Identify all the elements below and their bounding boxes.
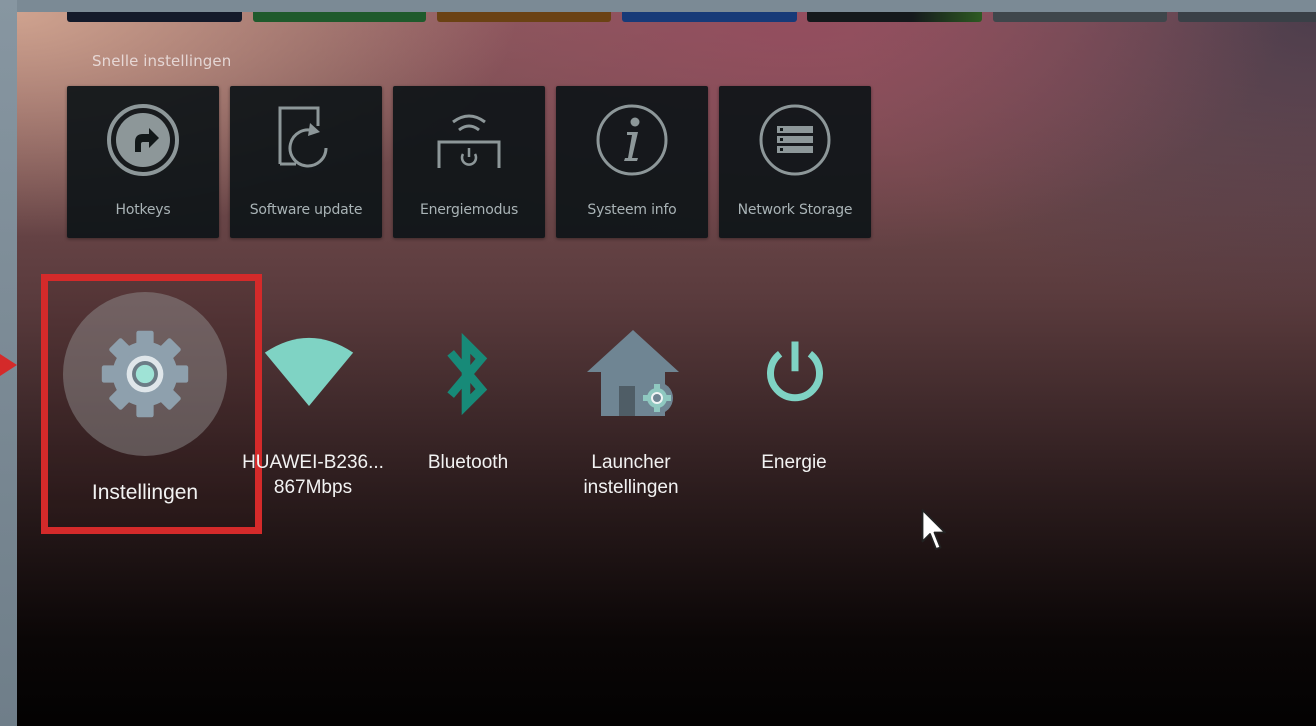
- top-app-row: [17, 12, 1316, 22]
- tile-system-info[interactable]: Systeem info: [556, 86, 708, 238]
- app-label-line2: instellingen: [583, 477, 679, 498]
- system-info-icon: [596, 104, 668, 176]
- top-tile[interactable]: [993, 12, 1167, 22]
- app-label-line1: Launcher: [591, 452, 671, 473]
- top-tile[interactable]: [807, 12, 982, 22]
- app-energy[interactable]: Energie: [704, 312, 884, 512]
- app-label-line1: HUAWEI-B236...: [242, 452, 384, 473]
- tile-network-storage[interactable]: Network Storage: [719, 86, 871, 238]
- energy-mode-icon: [437, 114, 501, 168]
- mouse-cursor-icon: [921, 509, 946, 550]
- top-tile[interactable]: [67, 12, 242, 22]
- tile-software-update[interactable]: Software update: [230, 86, 382, 238]
- app-launcher-settings[interactable]: Launcher instellingen: [541, 312, 721, 512]
- app-label-line2: 867Mbps: [273, 477, 353, 498]
- app-label: Instellingen: [91, 481, 199, 504]
- power-icon: [767, 341, 823, 402]
- quick-settings-title: Snelle instellingen: [92, 52, 232, 70]
- tile-label: Systeem info: [587, 202, 677, 218]
- tile-hotkeys[interactable]: Hotkeys: [67, 86, 219, 238]
- app-label: Bluetooth: [427, 452, 509, 473]
- home-settings-icon: [587, 330, 679, 416]
- network-storage-icon: [759, 104, 831, 176]
- tile-label: Software update: [249, 202, 363, 218]
- top-tile[interactable]: [437, 12, 611, 22]
- app-settings[interactable]: Instellingen: [55, 292, 235, 522]
- top-tile[interactable]: [1178, 12, 1316, 22]
- app-bluetooth[interactable]: Bluetooth: [378, 312, 558, 512]
- tile-label: Energiemodus: [419, 202, 519, 218]
- pointer-arrow-icon: [0, 354, 17, 376]
- bluetooth-icon: [447, 332, 488, 416]
- hotkeys-icon: [107, 104, 179, 176]
- tile-label: Network Storage: [737, 202, 853, 218]
- top-tile[interactable]: [253, 12, 426, 22]
- tile-label: Hotkeys: [115, 202, 171, 218]
- app-wifi[interactable]: HUAWEI-B236... 867Mbps: [223, 312, 403, 512]
- software-update-icon: [278, 106, 328, 168]
- tv-home-screen: Snelle instellingen Hotkeys Software upd…: [17, 12, 1316, 726]
- app-label: Energie: [761, 452, 827, 473]
- tile-energy-mode[interactable]: Energiemodus: [393, 86, 545, 238]
- wifi-icon: [264, 337, 354, 406]
- gear-icon: [101, 330, 189, 418]
- top-tile[interactable]: [622, 12, 797, 22]
